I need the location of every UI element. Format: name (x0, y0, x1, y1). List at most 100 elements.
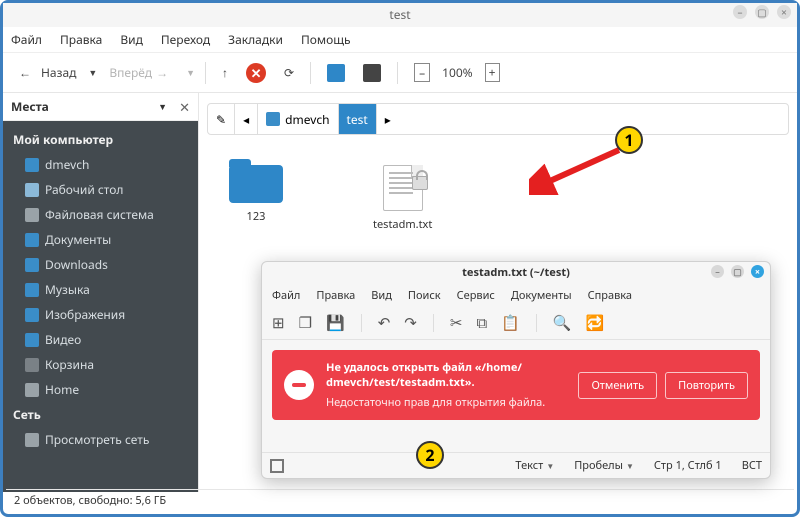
editor-menu-search[interactable]: Поиск (408, 288, 441, 303)
editor-menu-edit[interactable]: Правка (316, 288, 355, 303)
editor-menu-tools[interactable]: Сервис (457, 288, 495, 303)
replace-icon[interactable]: 🔁 (586, 313, 605, 333)
path-segment-test[interactable]: test (339, 104, 377, 134)
menu-edit[interactable]: Правка (60, 31, 102, 48)
file-item-folder[interactable]: 123 (229, 165, 283, 232)
panel-icon[interactable] (270, 459, 284, 473)
editor-titlebar: testadm.txt (~/test) – ▢ × (262, 262, 770, 284)
editor-window: testadm.txt (~/test) – ▢ × Файл Правка В… (261, 261, 771, 479)
status-spaces[interactable]: Пробелы▼ (574, 458, 634, 473)
undo-icon[interactable]: ↶ (378, 313, 391, 333)
file-item-testadm[interactable]: testadm.txt (373, 165, 432, 232)
editor-minimize-icon[interactable]: – (711, 265, 724, 278)
menu-file[interactable]: Файл (11, 31, 42, 48)
sidebar-close-icon[interactable]: ✕ (179, 98, 190, 116)
sidebar-item-video[interactable]: Видео (3, 327, 198, 352)
editor-menu-view[interactable]: Вид (371, 288, 392, 303)
path-next-button[interactable]: ▸ (377, 104, 399, 134)
editor-menu-help[interactable]: Справка (588, 288, 632, 303)
network-icon (25, 433, 39, 447)
folder-icon (25, 283, 39, 297)
forward-dropdown-icon: ▼ (186, 66, 195, 79)
sidebar-item-filesystem[interactable]: Файловая система (3, 202, 198, 227)
menubar: Файл Правка Вид Переход Закладки Помощь (3, 27, 797, 53)
folder-icon (25, 158, 39, 172)
status-insert[interactable]: ВСТ (742, 458, 762, 473)
editor-toolbar: ⊞ ❐ 💾 ↶ ↷ ✂ ⧉ 📋 🔍 🔁 (262, 306, 770, 340)
sidebar-dropdown-icon[interactable]: ▼ (158, 100, 167, 113)
status-text: 2 объектов, свободно: 5,6 ГБ (14, 493, 166, 508)
sidebar-item-downloads[interactable]: Downloads (3, 252, 198, 277)
sidebar-item-dmevch[interactable]: dmevch (3, 152, 198, 177)
back-button[interactable]: ←Назад (13, 60, 82, 86)
text-file-locked-icon (383, 165, 423, 211)
lock-icon (412, 176, 428, 190)
editor-maximize-icon[interactable]: ▢ (731, 265, 744, 278)
path-segment-dmevch[interactable]: dmevch (258, 104, 338, 134)
arrow-up-icon: ↑ (222, 64, 228, 81)
maximize-icon[interactable]: ▢ (755, 5, 769, 19)
menu-view[interactable]: Вид (120, 31, 143, 48)
zoom-out-button[interactable]: – (408, 59, 436, 86)
cut-icon[interactable]: ✂ (450, 313, 463, 333)
folder-icon (25, 258, 39, 272)
zoom-in-button[interactable]: + (479, 59, 506, 86)
sidebar-item-trash[interactable]: Корзина (3, 352, 198, 377)
sidebar-item-pictures[interactable]: Изображения (3, 302, 198, 327)
toolbar: ←Назад ▼ Вперёд→ ▼ ↑ ✕ ⟳ – 100% + (3, 53, 797, 93)
sidebar: Места ▼ ✕ Мой компьютер dmevch Рабочий с… (3, 93, 199, 492)
sidebar-item-browse-network[interactable]: Просмотреть сеть (3, 427, 198, 452)
arrow-right-icon: → (156, 64, 174, 82)
arrow-left-icon: ← (19, 64, 37, 82)
redo-icon[interactable]: ↷ (404, 313, 417, 333)
reload-icon: ⟳ (284, 64, 294, 81)
minimize-icon[interactable]: – (733, 5, 747, 19)
annotation-arrow-icon (529, 145, 625, 195)
folder-icon (25, 308, 39, 322)
error-banner: Не удалось открыть файл «/home/ dmevch/t… (272, 350, 760, 420)
editor-menu-file[interactable]: Файл (272, 288, 300, 303)
file-icons-area[interactable]: 123 testadm.txt (199, 135, 797, 262)
computer-button[interactable] (357, 60, 387, 86)
cancel-button[interactable]: Отменить (578, 372, 657, 399)
folder-icon (266, 112, 280, 126)
paste-icon[interactable]: 📋 (501, 313, 520, 333)
path-bar: ✎ ◂ dmevch test ▸ (207, 103, 789, 135)
stop-button[interactable]: ✕ (240, 59, 272, 87)
menu-bookmarks[interactable]: Закладки (228, 31, 283, 48)
path-edit-button[interactable]: ✎ (208, 104, 235, 134)
up-button[interactable]: ↑ (216, 60, 234, 85)
sidebar-item-home-disk[interactable]: Home (3, 377, 198, 402)
menu-go[interactable]: Переход (161, 31, 210, 48)
path-prev-button[interactable]: ◂ (235, 104, 258, 134)
status-position: Стр 1, Стлб 1 (654, 458, 722, 473)
save-icon[interactable]: 💾 (326, 313, 345, 333)
reload-button[interactable]: ⟳ (278, 60, 300, 85)
plus-icon: + (485, 63, 500, 82)
chevron-right-icon: ▸ (385, 111, 391, 128)
menu-help[interactable]: Помощь (301, 31, 351, 48)
file-label: testadm.txt (373, 217, 432, 232)
search-icon[interactable]: 🔍 (553, 313, 572, 333)
monitor-icon (363, 64, 381, 82)
file-label: 123 (247, 209, 266, 224)
editor-statusbar: Текст▼ Пробелы▼ Стр 1, Стлб 1 ВСТ (262, 452, 770, 478)
annotation-marker-1: 1 (615, 126, 643, 154)
retry-button[interactable]: Повторить (665, 372, 748, 399)
minus-icon: – (414, 63, 430, 82)
zoom-level: 100% (442, 64, 473, 81)
editor-menu-docs[interactable]: Документы (511, 288, 572, 303)
open-file-icon[interactable]: ❐ (299, 313, 312, 333)
editor-close-icon[interactable]: × (751, 265, 764, 278)
home-button[interactable] (321, 60, 351, 86)
sidebar-item-music[interactable]: Музыка (3, 277, 198, 302)
copy-icon[interactable]: ⧉ (476, 313, 487, 333)
new-file-icon[interactable]: ⊞ (272, 313, 285, 333)
back-dropdown-icon[interactable]: ▼ (88, 66, 97, 79)
sidebar-item-desktop[interactable]: Рабочий стол (3, 177, 198, 202)
sidebar-item-documents[interactable]: Документы (3, 227, 198, 252)
stop-icon: ✕ (246, 63, 266, 83)
status-mode[interactable]: Текст▼ (515, 458, 554, 473)
close-icon[interactable]: × (777, 5, 791, 19)
disk-icon (25, 383, 39, 397)
